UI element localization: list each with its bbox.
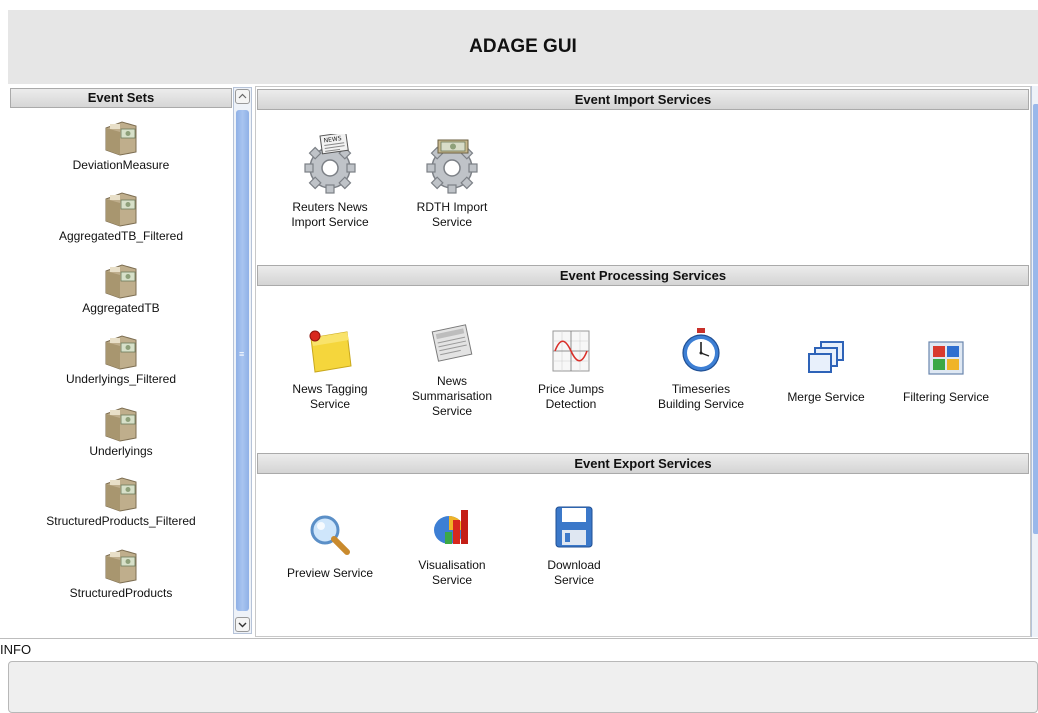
event-sets-panel: Event Sets DeviationMeasure AggregatedTB…: [10, 88, 232, 633]
stacked-windows-icon: [808, 341, 844, 373]
event-set-label: AggregatedTB: [82, 301, 160, 315]
scrollbar-thumb[interactable]: ≡: [236, 110, 249, 611]
sticky-note-icon: [309, 330, 352, 373]
cardboard-box-icon: [105, 549, 137, 584]
grip-icon: ≡: [239, 349, 245, 359]
cardboard-box-icon: [105, 477, 137, 512]
sine-chart-icon: [552, 330, 590, 372]
service-rdth-import[interactable]: RDTH Import Service: [402, 134, 502, 230]
export-services-header: Event Export Services: [257, 453, 1029, 474]
event-sets-header: Event Sets: [10, 88, 232, 108]
scroll-down-button[interactable]: [235, 617, 250, 632]
info-label: INFO: [0, 642, 32, 657]
service-label-line: Visualisation: [418, 558, 486, 572]
floppy-disk-icon: [555, 506, 593, 548]
event-set-label: Underlyings: [89, 444, 153, 458]
service-download[interactable]: Download Service: [524, 502, 624, 588]
bar-chart-icon: [434, 510, 468, 544]
event-set-label: StructuredProducts_Filtered: [46, 514, 196, 528]
divider: [0, 638, 1038, 639]
event-set-item[interactable]: StructuredProducts_Filtered: [10, 476, 232, 528]
service-label-line: Reuters News: [292, 200, 368, 214]
event-set-label: AggregatedTB_Filtered: [58, 229, 184, 243]
service-label-line: Summarisation: [411, 389, 493, 403]
service-preview[interactable]: Preview Service: [280, 510, 380, 581]
service-label-line: Detection: [545, 397, 597, 411]
service-label-line: RDTH Import: [416, 200, 488, 214]
cardboard-box-icon: [105, 335, 137, 370]
service-news-summarisation[interactable]: News Summarisation Service: [402, 318, 502, 419]
magnifier-icon: [310, 515, 350, 555]
service-label-line: Service: [553, 573, 594, 587]
stopwatch-icon: [682, 328, 720, 372]
event-set-item[interactable]: DeviationMeasure: [10, 120, 232, 172]
chevron-down-icon: [238, 622, 247, 628]
service-label-line: Service: [431, 404, 472, 418]
event-set-item[interactable]: AggregatedTB: [10, 263, 232, 315]
service-timeseries-building[interactable]: Timeseries Building Service: [651, 326, 751, 412]
event-sets-scrollbar[interactable]: ≡: [233, 87, 252, 634]
event-set-label: DeviationMeasure: [72, 158, 170, 172]
chevron-up-icon: [238, 93, 247, 99]
app-title: ADAGE GUI: [469, 36, 577, 57]
service-visualisation[interactable]: Visualisation Service: [402, 502, 502, 588]
service-merge[interactable]: Merge Service: [776, 334, 876, 405]
cardboard-box-icon: [105, 121, 137, 156]
service-label-line: Preview Service: [286, 566, 374, 580]
newspaper-icon: [431, 324, 473, 362]
cardboard-box-icon: [105, 264, 137, 299]
scroll-up-button[interactable]: [235, 89, 250, 104]
event-set-item[interactable]: StructuredProducts: [10, 548, 232, 600]
service-label-line: Merge Service: [787, 390, 865, 404]
service-label-line: Service: [431, 215, 472, 229]
service-filtering[interactable]: Filtering Service: [896, 334, 996, 405]
service-label-line: Download: [547, 558, 601, 572]
event-set-label: Underlyings_Filtered: [65, 372, 177, 386]
service-label-line: Service: [309, 397, 350, 411]
service-label-line: Service: [431, 573, 472, 587]
service-news-tagging[interactable]: News Tagging Service: [280, 326, 380, 412]
services-scrollbar[interactable]: [1031, 86, 1038, 637]
app-title-bar: ADAGE GUI: [8, 10, 1038, 84]
event-set-item[interactable]: Underlyings_Filtered: [10, 334, 232, 386]
news-gear-icon: NEWS: [304, 134, 356, 194]
info-textarea[interactable]: [8, 661, 1038, 713]
event-set-item[interactable]: Underlyings: [10, 406, 232, 458]
service-reuters-news-import[interactable]: NEWS Reuters News Import Service: [280, 134, 380, 230]
money-gear-icon: [426, 139, 478, 194]
processing-services-header: Event Processing Services: [257, 265, 1029, 286]
service-label-line: Price Jumps: [537, 382, 605, 396]
service-price-jumps-detection[interactable]: Price Jumps Detection: [521, 326, 621, 412]
color-grid-icon: [928, 341, 964, 375]
scrollbar-thumb[interactable]: [1033, 104, 1038, 534]
service-label-line: Import Service: [291, 215, 369, 229]
service-label-line: Building Service: [657, 397, 745, 411]
service-label-line: Timeseries: [671, 382, 731, 396]
service-label-line: News Tagging: [292, 382, 368, 396]
cardboard-box-icon: [105, 192, 137, 227]
event-set-item[interactable]: AggregatedTB_Filtered: [10, 191, 232, 243]
service-label-line: News: [436, 374, 467, 388]
service-label-line: Filtering Service: [902, 390, 990, 404]
import-services-header: Event Import Services: [257, 89, 1029, 110]
event-set-label: StructuredProducts: [69, 586, 173, 600]
cardboard-box-icon: [105, 407, 137, 442]
